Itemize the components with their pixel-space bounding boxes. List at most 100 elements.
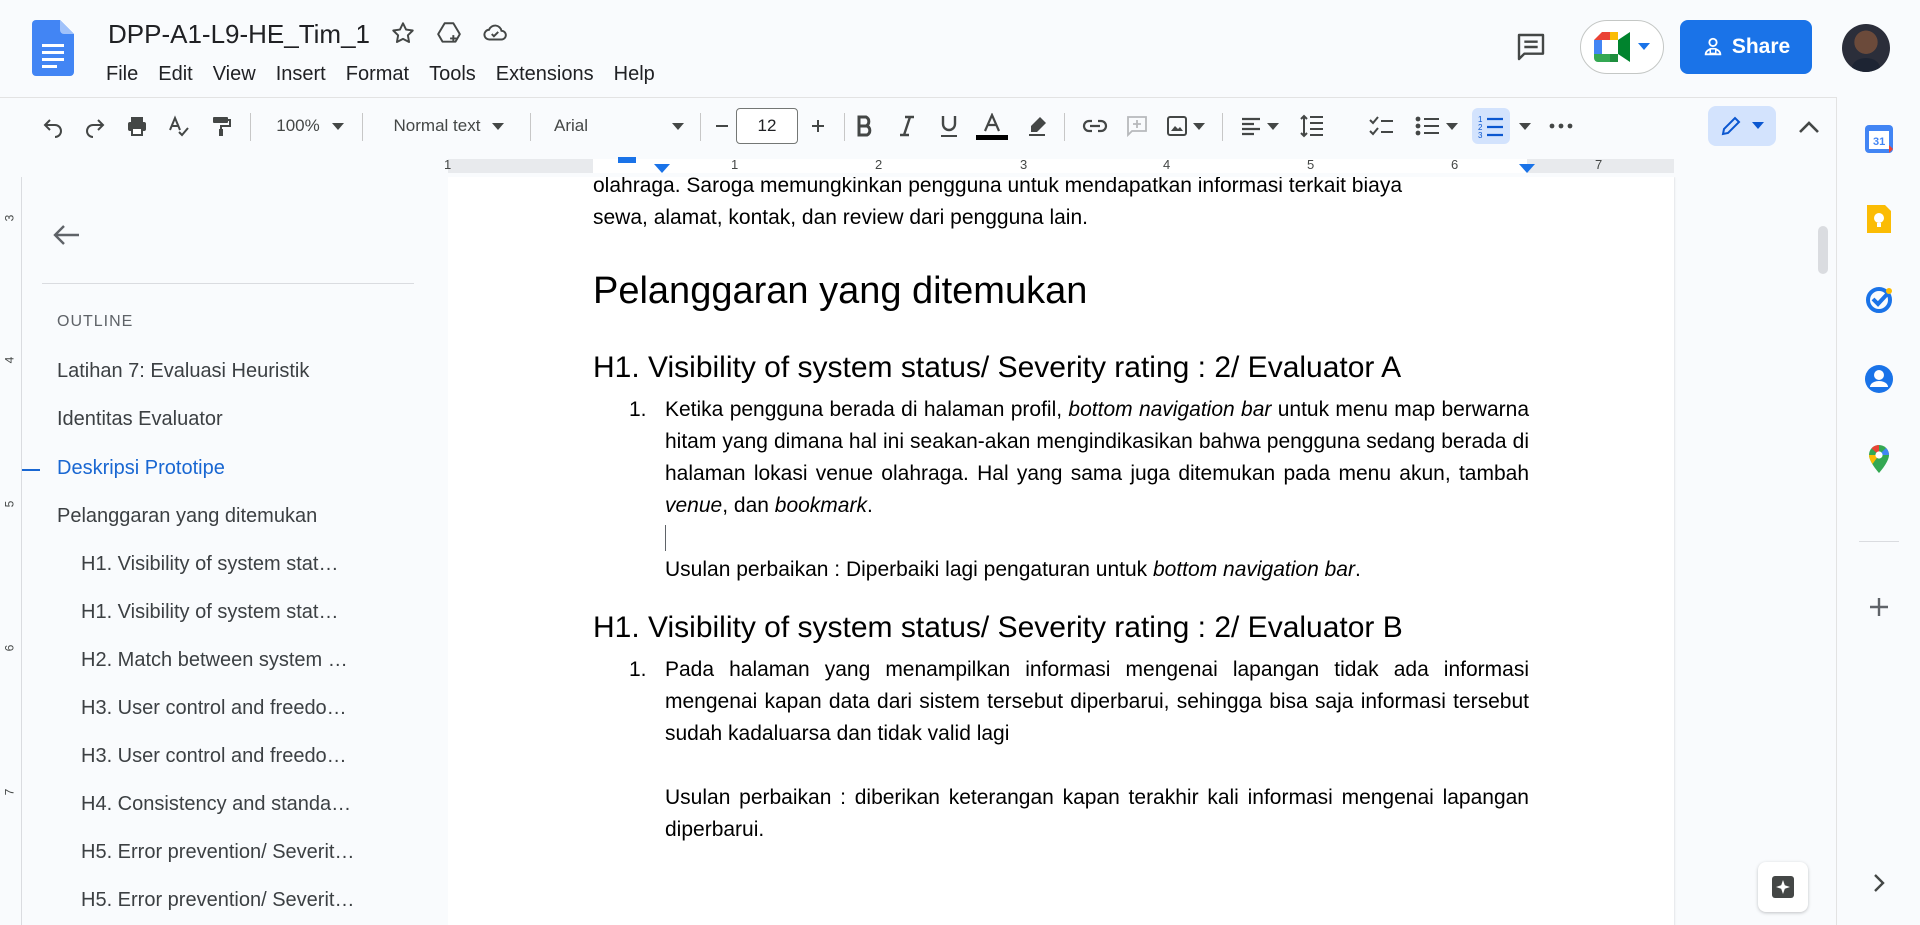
outline-label: OUTLINE bbox=[57, 313, 134, 330]
outline-item[interactable]: Pelanggaran yang ditemukan bbox=[57, 505, 317, 528]
move-to-drive-icon[interactable] bbox=[434, 18, 464, 48]
italic-icon[interactable] bbox=[890, 108, 924, 144]
plus-icon[interactable] bbox=[1863, 591, 1895, 623]
horizontal-ruler[interactable]: 1 1 2 3 4 5 6 7 bbox=[0, 155, 1836, 177]
chevron-up-icon[interactable] bbox=[1794, 112, 1824, 142]
menu-extensions[interactable]: Extensions bbox=[486, 58, 604, 90]
menu-file[interactable]: File bbox=[96, 58, 148, 90]
font-size-decrease-button[interactable] bbox=[706, 108, 738, 144]
chevron-down-icon bbox=[1638, 43, 1650, 51]
outline-item[interactable]: H2. Match between system … bbox=[81, 649, 348, 672]
align-icon[interactable] bbox=[1234, 108, 1284, 144]
contacts-icon[interactable] bbox=[1863, 363, 1895, 395]
link-icon[interactable] bbox=[1078, 108, 1112, 144]
star-icon[interactable] bbox=[388, 18, 418, 48]
chevron-right-icon[interactable] bbox=[1863, 867, 1895, 899]
outline-item[interactable]: H5. Error prevention/ Severit… bbox=[81, 841, 354, 864]
menu-format[interactable]: Format bbox=[336, 58, 419, 90]
cloud-saved-icon[interactable] bbox=[480, 18, 510, 48]
comment-icon[interactable] bbox=[1514, 30, 1548, 64]
font-value: Arial bbox=[554, 116, 589, 135]
underline-icon[interactable] bbox=[932, 108, 966, 144]
share-person-icon bbox=[1702, 36, 1724, 58]
style-value: Normal text bbox=[393, 116, 481, 135]
item-text-italic: bookmark bbox=[774, 494, 867, 517]
right-indent-marker[interactable] bbox=[1519, 164, 1535, 173]
svg-text:3: 3 bbox=[1478, 131, 1483, 138]
menu-tools[interactable]: Tools bbox=[419, 58, 486, 90]
outline-item[interactable]: Identitas Evaluator bbox=[57, 408, 223, 431]
font-size-input[interactable]: 12 bbox=[736, 108, 798, 144]
redo-icon[interactable] bbox=[78, 108, 112, 144]
paint-format-icon[interactable] bbox=[204, 108, 238, 144]
doc-title[interactable]: DPP-A1-L9-HE_Tim_1 bbox=[108, 17, 370, 51]
avatar[interactable] bbox=[1842, 24, 1890, 72]
font-size-increase-button[interactable] bbox=[802, 108, 834, 144]
item-text: Ketika pengguna berada di halaman profil… bbox=[665, 398, 1069, 421]
zoom-select[interactable]: 100% bbox=[264, 108, 356, 144]
ruler-number: 7 bbox=[1595, 157, 1603, 172]
numbered-list-dropdown[interactable] bbox=[1514, 108, 1536, 144]
fix-suggestion: Usulan perbaikan : Diperbaiki lagi penga… bbox=[665, 554, 1529, 586]
spellcheck-icon[interactable] bbox=[162, 108, 196, 144]
edit-mode-button[interactable] bbox=[1708, 106, 1776, 146]
meet-icon bbox=[1594, 32, 1632, 62]
section-heading: H1. Visibility of system status/ Severit… bbox=[593, 351, 1402, 384]
font-select[interactable]: Arial bbox=[546, 108, 692, 144]
meet-button[interactable] bbox=[1580, 20, 1664, 74]
chevron-down-icon bbox=[672, 122, 684, 130]
keep-icon[interactable] bbox=[1863, 203, 1895, 235]
vruler-number: 5 bbox=[2, 500, 17, 508]
outline-item[interactable]: H4. Consistency and standa… bbox=[81, 793, 351, 816]
document-content[interactable]: olahraga. Saroga memungkinkan pengguna u… bbox=[593, 177, 1529, 846]
menu-insert[interactable]: Insert bbox=[266, 58, 336, 90]
outline-item[interactable]: H1. Visibility of system stat… bbox=[81, 601, 338, 624]
svg-text:31: 31 bbox=[1873, 136, 1885, 148]
item-text-italic: venue bbox=[665, 494, 723, 517]
image-icon[interactable] bbox=[1160, 108, 1210, 144]
menu-view[interactable]: View bbox=[203, 58, 266, 90]
docs-logo[interactable] bbox=[32, 20, 74, 76]
tasks-icon[interactable] bbox=[1863, 283, 1895, 315]
share-button[interactable]: Share bbox=[1680, 20, 1812, 74]
zoom-value: 100% bbox=[276, 116, 320, 135]
outline-item[interactable]: Latihan 7: Evaluasi Heuristik bbox=[57, 360, 309, 383]
outline-item[interactable]: H1. Visibility of system stat… bbox=[81, 553, 338, 576]
chevron-down-icon bbox=[492, 122, 505, 130]
outline-item[interactable]: H5. Error prevention/ Severit… bbox=[81, 889, 354, 912]
bulleted-list-icon[interactable] bbox=[1408, 108, 1464, 144]
highlight-icon[interactable] bbox=[1020, 108, 1054, 144]
maps-icon[interactable] bbox=[1863, 443, 1895, 475]
intro-line: sewa, alamat, kontak, dan review dari pe… bbox=[593, 206, 1088, 229]
more-icon[interactable] bbox=[1544, 108, 1578, 144]
outline-item[interactable]: H3. User control and freedo… bbox=[81, 697, 347, 720]
back-arrow-icon[interactable] bbox=[48, 217, 84, 253]
ruler-number: 3 bbox=[1020, 157, 1028, 172]
list-item: 1. Ketika pengguna berada di halaman pro… bbox=[593, 394, 1529, 586]
outline-item[interactable]: H3. User control and freedo… bbox=[81, 745, 347, 768]
active-outline-marker bbox=[22, 469, 40, 471]
explore-icon[interactable] bbox=[1758, 862, 1808, 912]
undo-icon[interactable] bbox=[36, 108, 70, 144]
scrollbar-thumb[interactable] bbox=[1818, 226, 1828, 274]
menu-help[interactable]: Help bbox=[604, 58, 665, 90]
left-indent-marker[interactable] bbox=[654, 164, 670, 173]
section-heading: H1. Visibility of system status/ Severit… bbox=[593, 611, 1403, 644]
calendar-icon[interactable]: 31 bbox=[1863, 123, 1895, 155]
line-spacing-icon[interactable] bbox=[1294, 108, 1330, 144]
print-icon[interactable] bbox=[120, 108, 154, 144]
item-text-italic: bottom navigation bar bbox=[1068, 398, 1272, 421]
bold-icon[interactable] bbox=[848, 108, 882, 144]
first-line-indent-marker[interactable] bbox=[618, 157, 636, 163]
checklist-icon[interactable] bbox=[1364, 108, 1398, 144]
text-cursor bbox=[665, 525, 666, 551]
numbered-list-icon[interactable]: 123 bbox=[1472, 108, 1510, 144]
style-select[interactable]: Normal text bbox=[376, 108, 522, 144]
outline-item-active[interactable]: Deskripsi Prototipe bbox=[57, 457, 225, 480]
ruler-number: 6 bbox=[1451, 157, 1459, 172]
vruler-number: 6 bbox=[2, 644, 17, 652]
menu-edit[interactable]: Edit bbox=[148, 58, 202, 90]
document-page[interactable]: olahraga. Saroga memungkinkan pengguna u… bbox=[448, 177, 1674, 925]
text-color-icon[interactable] bbox=[974, 108, 1010, 144]
heading-1: Pelanggaran yang ditemukan bbox=[593, 270, 1088, 312]
